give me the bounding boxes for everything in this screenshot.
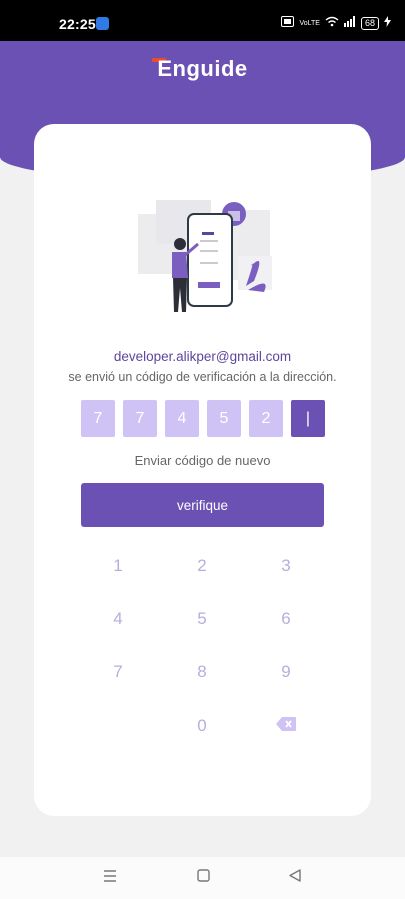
keypad-key-6[interactable]: 6	[256, 599, 316, 639]
menu-icon	[103, 869, 117, 887]
app-notification-icon	[96, 17, 109, 30]
verify-button[interactable]: verifique	[81, 483, 324, 527]
home-square-icon	[196, 869, 210, 887]
code-digit-3[interactable]: 4	[165, 400, 199, 437]
keypad-key-4[interactable]: 4	[88, 599, 148, 639]
screenshot-icon	[281, 16, 295, 30]
backspace-icon	[276, 716, 296, 736]
code-digit-6-active[interactable]: |	[291, 400, 325, 437]
home-nav-button[interactable]	[193, 869, 213, 887]
code-digit-5[interactable]: 2	[249, 400, 283, 437]
volte-label: VoLTE	[299, 19, 320, 27]
code-digit-2[interactable]: 7	[123, 400, 157, 437]
app-logo: Enguide	[157, 56, 248, 81]
signal-icon	[343, 16, 356, 30]
keypad-key-0[interactable]: 0	[172, 706, 232, 746]
keypad-backspace-button[interactable]	[256, 706, 316, 746]
status-bar: 22:25 VoLTE 68	[0, 0, 405, 41]
code-input-row[interactable]: 7 7 4 5 2 |	[81, 400, 325, 437]
keypad-key-8[interactable]: 8	[172, 652, 232, 692]
code-digit-4[interactable]: 5	[207, 400, 241, 437]
system-nav-bar	[0, 857, 405, 899]
verification-card: developer.alikper@gmail.com se envió un …	[34, 124, 371, 816]
keypad-key-9[interactable]: 9	[256, 652, 316, 692]
status-time: 22:25	[59, 16, 96, 32]
status-icons: VoLTE 68	[281, 16, 391, 30]
keypad-key-7[interactable]: 7	[88, 652, 148, 692]
email-address: developer.alikper@gmail.com	[113, 349, 292, 364]
back-triangle-icon	[289, 869, 301, 887]
keypad-key-1[interactable]: 1	[88, 546, 148, 586]
menu-nav-button[interactable]	[100, 869, 120, 887]
battery-indicator: 68	[360, 16, 379, 30]
keypad-key-5[interactable]: 5	[172, 599, 232, 639]
verification-illustration	[136, 196, 276, 336]
charging-icon	[384, 16, 391, 30]
back-nav-button[interactable]	[285, 869, 305, 887]
keypad-key-2[interactable]: 2	[172, 546, 232, 586]
code-digit-1[interactable]: 7	[81, 400, 115, 437]
wifi-icon	[325, 16, 339, 30]
resend-code-link[interactable]: Enviar código de nuevo	[34, 453, 371, 468]
verification-message: se envió un código de verificación a la …	[68, 370, 337, 384]
keypad-key-3[interactable]: 3	[256, 546, 316, 586]
